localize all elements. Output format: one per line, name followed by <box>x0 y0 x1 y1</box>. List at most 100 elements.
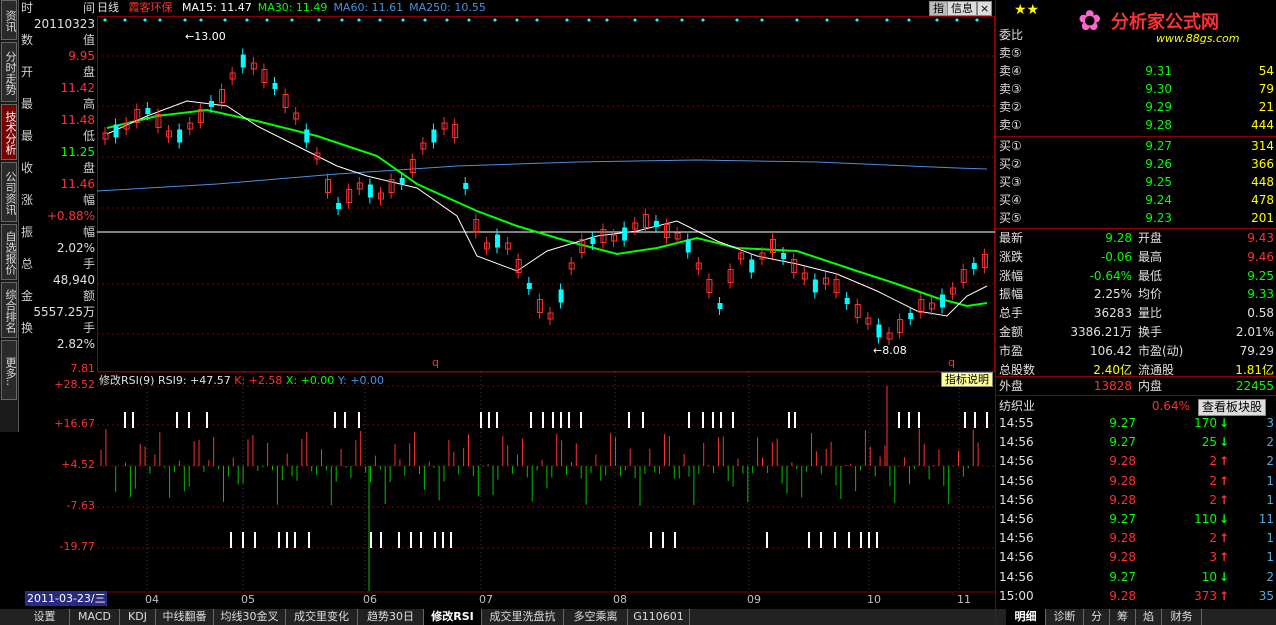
stat-value: 9.46 <box>1247 249 1274 264</box>
info-label: 金 <box>21 289 34 303</box>
signal-diamond <box>975 18 979 22</box>
indicator-help-button[interactable]: 指标说明 <box>941 372 993 387</box>
stat-value: 3386.21万 <box>1070 325 1132 339</box>
signal-diamond <box>199 18 203 22</box>
right-tab-1[interactable]: 诊断 <box>1046 609 1084 625</box>
signal-diamond <box>401 18 405 22</box>
info-value: 20110323 <box>33 17 95 31</box>
bottom-tab-bar: 设置 MACD KDJ 中线翻番 均线30金叉 成交里变化 趋势30日 修改RSI 成交里洗盘抗… <box>0 609 995 625</box>
signal-diamond <box>183 18 187 22</box>
left-tab-4[interactable]: 自选报价 <box>1 224 17 280</box>
signal-diamond <box>143 18 147 22</box>
month-label: 05 <box>241 593 255 606</box>
ma-labels: MA15: 11.47 MA30: 11.49 MA60: 11.61 MA250: … <box>182 1 492 14</box>
left-tab-3[interactable]: 公司资讯 <box>1 162 17 222</box>
bottom-tab-9[interactable]: 多空乘离 <box>564 609 628 625</box>
stat-row: 涨幅 -0.64% 最低 9.25 <box>996 267 1276 285</box>
left-tab-6[interactable]: 更多.. <box>1 340 17 400</box>
trade-time: 14:56 <box>999 473 1034 488</box>
stat-value: 9.28 <box>1105 231 1132 245</box>
right-tab-3[interactable]: 筹 <box>1110 609 1136 625</box>
info-value: 11.48 <box>60 113 95 127</box>
chart-area: 04 05 06 07 08 09 10 11 ←13.00 ←8.08 q q 修改RSI(9) RS… <box>97 16 995 606</box>
right-tab-5[interactable]: 财务 <box>1162 609 1202 625</box>
bottom-tab-3[interactable]: 中线翻番 <box>156 609 214 625</box>
info-label: 额 <box>82 289 95 303</box>
candle-body <box>177 129 183 143</box>
ma-label: MA15: 11.47 <box>182 1 252 14</box>
stock-name: 霞客环保 <box>128 1 173 14</box>
left-tab-1[interactable]: 分时走势 <box>1 42 17 102</box>
zhi-button[interactable]: 指 <box>929 1 948 16</box>
bottom-tab-5[interactable]: 成交里变化 <box>286 609 358 625</box>
candle-body <box>971 263 977 269</box>
ma-label: MA60: 11.61 <box>333 1 404 14</box>
info-label: 盘 <box>82 65 95 79</box>
info-label: 高 <box>82 97 95 111</box>
rsi-title: 修改RSI(9) RSI9: +47.57 K: +2.58 X: +0.00 … <box>99 373 384 387</box>
stat-label: 市盈 <box>999 343 1024 358</box>
signal-diamond <box>760 18 764 22</box>
trade-volume: 373 <box>1194 588 1217 603</box>
signal-diamond <box>357 18 361 22</box>
info-button[interactable]: 信息 <box>947 1 977 16</box>
signal-diamond <box>317 18 321 22</box>
right-tab-4[interactable]: 焰 <box>1136 609 1162 625</box>
inner-label: 内盘 <box>1138 379 1163 393</box>
candle-body <box>653 221 659 227</box>
left-tab-5[interactable]: 综合排名 <box>1 282 17 338</box>
bottom-tab-7[interactable]: 修改RSI <box>424 609 482 625</box>
info-value: 11.46 <box>60 177 95 191</box>
left-tab-2[interactable]: 技术分析 <box>1 104 17 160</box>
left-tab-0[interactable]: 资讯 <box>1 0 17 40</box>
stat-value: 36283 <box>1093 306 1132 321</box>
candle-body <box>272 83 278 89</box>
rsi-tick-label: +16.67 <box>54 417 95 430</box>
order-row: 卖⑤ <box>996 44 1276 62</box>
order-volume: 314 <box>1251 139 1274 153</box>
trade-volume: 2 <box>1209 531 1217 546</box>
stat-value: 2.25% <box>1093 287 1132 302</box>
bottom-tab-0[interactable]: 设置 <box>20 609 70 625</box>
stat-label: 开盘 <box>1138 231 1163 245</box>
info-label: 低 <box>82 129 95 143</box>
bottom-tab-10[interactable]: G110601 <box>628 609 690 625</box>
order-row: 买③ 9.25 448 <box>996 173 1276 191</box>
candle-body <box>431 129 437 143</box>
stat-row: 涨跌 -0.06 最高 9.46 <box>996 248 1276 266</box>
candle-body <box>261 69 268 83</box>
bottom-tab-4[interactable]: 均线30金叉 <box>214 609 286 625</box>
trade-count: 1 <box>1266 473 1274 488</box>
bottom-tab-6[interactable]: 趋势30日 <box>358 609 424 625</box>
trade-count: 35 <box>1258 588 1274 603</box>
bottom-tab-8[interactable]: 成交里洗盘抗 <box>482 609 564 625</box>
order-label: 卖④ <box>999 64 1022 78</box>
bottom-tab-1[interactable]: MACD <box>70 609 120 625</box>
quote-panel: ★★ 分析家公式网 www.88gs.com ✿ 委比 卖⑤ 卖④ 9.31 54 卖③ 9.30 7… <box>995 0 1276 625</box>
order-row: 卖④ 9.31 54 <box>996 62 1276 80</box>
signal-diamond <box>655 18 659 22</box>
q-marker: q <box>948 356 955 369</box>
close-icon[interactable]: × <box>977 1 993 16</box>
trade-volume: 2 <box>1209 492 1217 507</box>
trade-price: 9.27 <box>1109 569 1136 584</box>
arrow-up-icon: ↑ <box>1218 531 1229 546</box>
info-label: 手 <box>82 321 95 335</box>
rsi-tick-label: -7.63 <box>66 499 95 512</box>
order-price: 9.28 <box>1145 118 1172 132</box>
trade-time: 14:55 <box>999 416 1034 430</box>
bottom-tab-2[interactable]: KDJ <box>120 609 156 625</box>
right-tab-2[interactable]: 分 <box>1084 609 1110 625</box>
info-value: 2.82% <box>56 337 95 351</box>
stat-value: 9.25 <box>1247 268 1274 283</box>
trade-price: 9.27 <box>1109 416 1136 430</box>
right-tab-0[interactable]: 明细 <box>1006 609 1046 625</box>
stat-label: 量比 <box>1138 306 1163 321</box>
trade-time: 14:56 <box>999 512 1034 526</box>
left-tab-bar: 资讯分时走势技术分析公司资讯自选报价综合排名更多.. <box>0 0 19 432</box>
signal-diamond <box>955 18 959 22</box>
signal-diamond <box>493 18 497 22</box>
candle-body <box>844 298 850 304</box>
trade-count: 1 <box>1266 550 1274 565</box>
candle-body <box>346 189 353 203</box>
